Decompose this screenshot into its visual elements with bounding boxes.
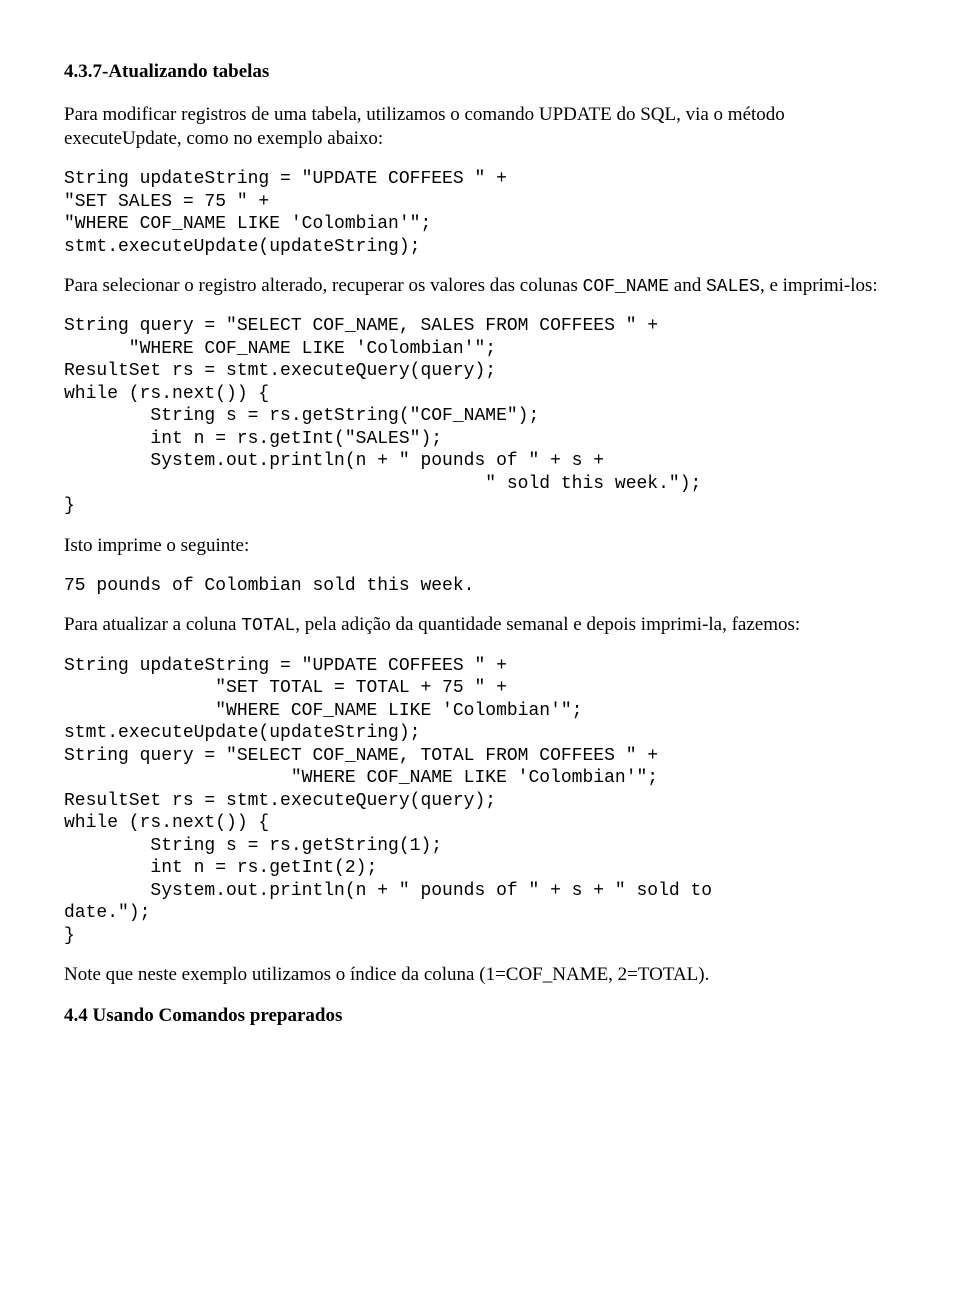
section-heading-437: 4.3.7-Atualizando tabelas — [64, 60, 896, 85]
code-block-update-1: String updateString = "UPDATE COFFEES " … — [64, 168, 896, 258]
code-block-update-2: String updateString = "UPDATE COFFEES " … — [64, 655, 896, 948]
text-before-total: Para atualizar a coluna — [64, 614, 241, 635]
paragraph-prints: Isto imprime o seguinte: — [64, 534, 896, 559]
code-block-select-1: String query = "SELECT COF_NAME, SALES F… — [64, 315, 896, 518]
paragraph-note: Note que neste exemplo utilizamos o índi… — [64, 963, 896, 988]
text-and: and — [669, 275, 706, 296]
paragraph-select-desc: Para selecionar o registro alterado, rec… — [64, 274, 896, 299]
text-before-cofname: Para selecionar o registro alterado, rec… — [64, 275, 583, 296]
inline-code-total: TOTAL — [241, 616, 295, 636]
section-heading-44: 4.4 Usando Comandos preparados — [64, 1004, 896, 1029]
paragraph-intro-437: Para modificar registros de uma tabela, … — [64, 103, 896, 152]
paragraph-total-desc: Para atualizar a coluna TOTAL, pela adiç… — [64, 613, 896, 638]
code-block-output: 75 pounds of Colombian sold this week. — [64, 575, 896, 598]
inline-code-sales: SALES — [706, 277, 760, 297]
text-after-sales: , e imprimi-los: — [760, 275, 878, 296]
text-after-total: , pela adição da quantidade semanal e de… — [295, 614, 800, 635]
inline-code-cofname: COF_NAME — [583, 277, 669, 297]
